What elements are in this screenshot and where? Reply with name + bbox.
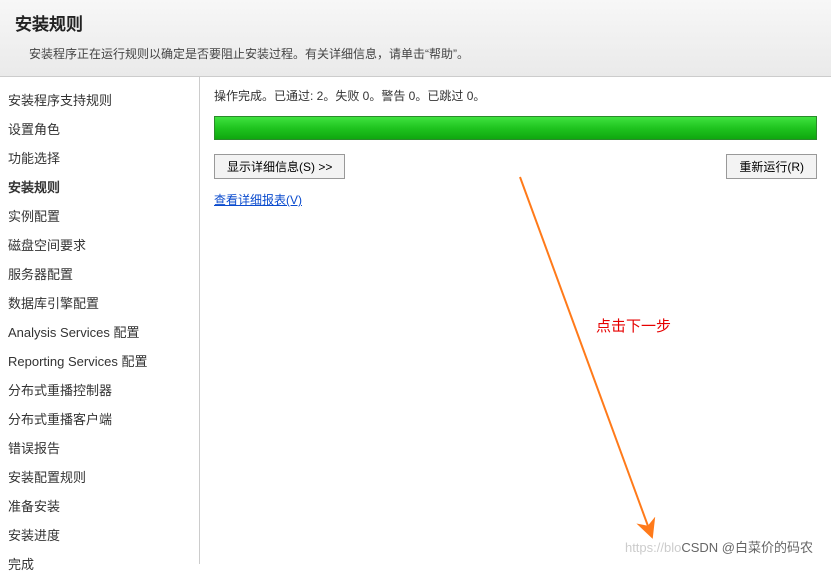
progress-bar — [214, 116, 817, 140]
sidebar-item-7[interactable]: 数据库引擎配置 — [4, 288, 199, 317]
show-details-button[interactable]: 显示详细信息(S) >> — [214, 154, 345, 179]
view-report-link[interactable]: 查看详细报表(V) — [214, 193, 302, 207]
operation-status-text: 操作完成。已通过: 2。失败 0。警告 0。已跳过 0。 — [214, 87, 817, 104]
sidebar-item-3[interactable]: 安装规则 — [4, 172, 199, 201]
button-row: 显示详细信息(S) >> 重新运行(R) — [214, 154, 817, 179]
sidebar-item-0[interactable]: 安装程序支持规则 — [4, 85, 199, 114]
page-title: 安装规则 — [15, 10, 816, 35]
body-container: 安装程序支持规则设置角色功能选择安装规则实例配置磁盘空间要求服务器配置数据库引擎… — [0, 77, 831, 564]
sidebar-item-15[interactable]: 安装进度 — [4, 520, 199, 549]
watermark: https://bloCSDN @白菜价的码农 — [625, 537, 813, 556]
sidebar-item-11[interactable]: 分布式重播客户端 — [4, 404, 199, 433]
sidebar-item-14[interactable]: 准备安装 — [4, 491, 199, 520]
sidebar-item-13[interactable]: 安装配置规则 — [4, 462, 199, 491]
sidebar-item-12[interactable]: 错误报告 — [4, 433, 199, 462]
sidebar-item-1[interactable]: 设置角色 — [4, 114, 199, 143]
annotation-text: 点击下一步 — [596, 315, 671, 336]
watermark-text: CSDN @白菜价的码农 — [681, 540, 813, 555]
watermark-faint: https://blo — [625, 540, 681, 555]
sidebar-item-2[interactable]: 功能选择 — [4, 143, 199, 172]
main-panel: 操作完成。已通过: 2。失败 0。警告 0。已跳过 0。 显示详细信息(S) >… — [200, 77, 831, 564]
sidebar-item-8[interactable]: Analysis Services 配置 — [4, 317, 199, 346]
rerun-button[interactable]: 重新运行(R) — [726, 154, 817, 179]
sidebar-item-9[interactable]: Reporting Services 配置 — [4, 346, 199, 375]
sidebar-item-4[interactable]: 实例配置 — [4, 201, 199, 230]
sidebar-item-6[interactable]: 服务器配置 — [4, 259, 199, 288]
sidebar-item-10[interactable]: 分布式重播控制器 — [4, 375, 199, 404]
steps-sidebar: 安装程序支持规则设置角色功能选择安装规则实例配置磁盘空间要求服务器配置数据库引擎… — [0, 77, 200, 564]
sidebar-item-5[interactable]: 磁盘空间要求 — [4, 230, 199, 259]
page-subtitle: 安装程序正在运行规则以确定是否要阻止安装过程。有关详细信息，请单击“帮助”。 — [29, 45, 816, 62]
header-panel: 安装规则 安装程序正在运行规则以确定是否要阻止安装过程。有关详细信息，请单击“帮… — [0, 0, 831, 77]
sidebar-item-16[interactable]: 完成 — [4, 549, 199, 578]
